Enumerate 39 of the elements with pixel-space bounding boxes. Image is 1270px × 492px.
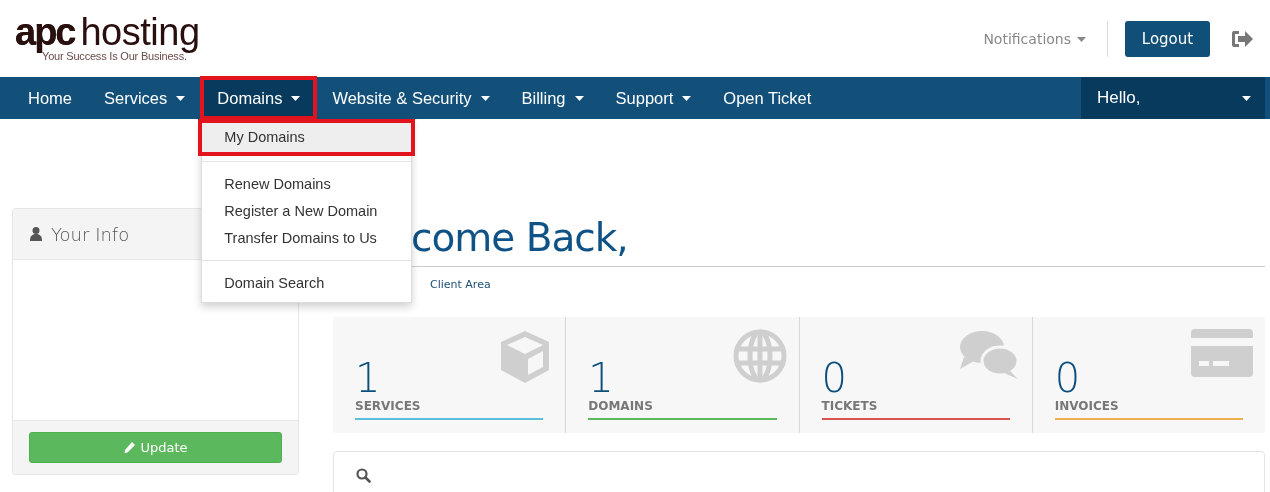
nav-item[interactable]: Domains — [201, 77, 317, 119]
stat-tile[interactable]: 1 DOMAINS — [565, 317, 799, 433]
stat-count: 0 — [1054, 355, 1082, 401]
globe-icon — [732, 329, 787, 383]
stat-label: INVOICES — [1054, 399, 1120, 413]
stat-count: 1 — [588, 355, 615, 401]
caret-icon — [1077, 36, 1086, 42]
menu-item[interactable]: Renew Domains — [202, 171, 412, 198]
stat-tile[interactable]: 1 SERVICES — [333, 317, 566, 433]
panel-title: Your Info — [51, 223, 130, 245]
stat-count: 1 — [355, 355, 382, 401]
nav-item[interactable]: Home — [12, 77, 88, 119]
menu-item[interactable]: Transfer Domains to Us — [202, 225, 412, 252]
stat-label: SERVICES — [355, 399, 422, 413]
caret-icon — [1242, 95, 1251, 101]
nav-item[interactable]: Services — [88, 77, 202, 119]
chat-bubbles-icon — [957, 329, 1020, 381]
logout-button[interactable]: Logout — [1125, 21, 1210, 57]
credit-card-icon — [1191, 329, 1253, 377]
stat-tile[interactable]: 0 TICKETS — [798, 317, 1032, 433]
menu-item[interactable]: Domain Search — [202, 270, 412, 297]
nav-item[interactable]: Support — [599, 77, 708, 119]
stat-label: TICKETS — [821, 399, 879, 413]
menu-item[interactable]: Register a New Domain — [202, 198, 412, 225]
breadcrumb-item: Client Area — [430, 278, 492, 291]
user-menu[interactable]: Hello, — [1081, 77, 1265, 119]
user-icon — [30, 227, 42, 241]
page-heading: come Back, — [411, 214, 628, 262]
pencil-icon — [123, 441, 136, 454]
notifications-link[interactable]: Notifications — [983, 31, 1086, 47]
nav-item[interactable]: Open Ticket — [707, 77, 828, 119]
nav-item[interactable]: Billing — [505, 77, 600, 119]
stat-tile[interactable]: 0 INVOICES — [1031, 317, 1265, 433]
nav-item[interactable]: Website & Security — [316, 77, 506, 119]
menu-item[interactable]: My Domains — [201, 122, 413, 153]
stat-count: 0 — [821, 355, 848, 401]
stat-label: DOMAINS — [588, 399, 654, 413]
search-icon[interactable] — [356, 468, 371, 483]
sign-out-icon[interactable] — [1231, 30, 1253, 48]
